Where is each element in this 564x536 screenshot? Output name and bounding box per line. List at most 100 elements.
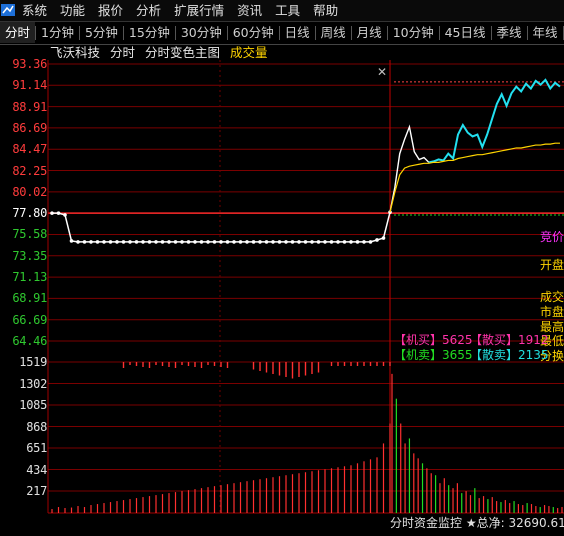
price-line-late — [428, 78, 561, 164]
auction-price-point — [342, 240, 347, 244]
auction-price-point — [82, 240, 87, 244]
auction-price-point — [108, 240, 113, 244]
inst-buy-label: 【机买】5625 — [394, 333, 473, 347]
price-line-early — [389, 124, 430, 213]
volume-tick-label: 434 — [26, 462, 47, 477]
auction-price-point — [362, 240, 366, 244]
close-icon[interactable]: ✕ — [376, 66, 388, 78]
period-tab-10[interactable]: 45日线 — [440, 22, 491, 43]
auction-price-point — [271, 240, 275, 244]
auction-price-point — [193, 240, 197, 244]
menu-item-3[interactable]: 分析 — [136, 2, 174, 19]
auction-price-point — [381, 236, 386, 240]
price-tick-label: 84.47 — [12, 142, 47, 157]
auction-price-point — [323, 240, 327, 244]
volume-tick-label: 1302 — [19, 376, 47, 391]
price-tick-label: 64.46 — [12, 334, 47, 348]
period-toolbar: 分时1分钟5分钟15分钟30分钟60分钟日线周线月线10分钟45日线季线年线5秒 — [0, 21, 564, 45]
period-tab-7[interactable]: 周线 — [316, 22, 351, 43]
auction-price-point — [76, 240, 80, 244]
auction-price-point — [284, 240, 288, 244]
auction-price-label: 竞价 — [540, 230, 564, 244]
inst-sell-label: 【机卖】3655 — [394, 348, 473, 362]
period-tab-1[interactable]: 1分钟 — [36, 22, 79, 43]
period-tab-8[interactable]: 月线 — [352, 22, 387, 43]
auction-price-point — [186, 240, 191, 244]
volume-tick-label: 1085 — [19, 398, 47, 412]
price-tick-label: 71.13 — [12, 270, 47, 285]
period-tab-2[interactable]: 5分钟 — [80, 22, 123, 43]
price-tick-label: 82.25 — [12, 163, 47, 178]
volume-tick-label: 1519 — [19, 355, 47, 369]
auction-price-point — [180, 240, 184, 244]
auction-price-point — [238, 240, 243, 244]
auction-price-point — [199, 240, 204, 244]
price-tick-label: 88.91 — [12, 99, 47, 114]
auction-price-point — [310, 240, 314, 244]
auction-price-point — [95, 240, 100, 244]
price-tick-label: 77.80 — [12, 206, 47, 221]
price-tick-label: 80.02 — [12, 184, 47, 199]
auction-price-point — [154, 240, 158, 244]
period-tab-3[interactable]: 15分钟 — [124, 22, 175, 43]
auction-price-point — [290, 240, 295, 244]
period-tab-6[interactable]: 日线 — [280, 22, 315, 43]
auction-price-line — [52, 211, 391, 243]
fund-monitor-label[interactable]: 分时资金监控 — [390, 516, 462, 530]
price-tick-label: 73.35 — [12, 248, 47, 263]
auction-price-point — [173, 240, 178, 244]
auction-price-point — [206, 240, 210, 244]
stock-info-bar: 飞沃科技 分时 分时变色主图 成交量 — [50, 44, 268, 62]
menu-item-4[interactable]: 扩展行情 — [174, 2, 237, 19]
auction-price-point — [316, 240, 321, 244]
volume-label[interactable]: 成交量 — [230, 44, 268, 62]
period-tab-5[interactable]: 60分钟 — [228, 22, 279, 43]
retail-sell-label: 【散卖】2135 — [470, 348, 549, 362]
price-tick-label: 66.69 — [12, 312, 47, 327]
price-tick-label: 68.91 — [12, 291, 47, 306]
period-tab-4[interactable]: 30分钟 — [176, 22, 227, 43]
price-tick-label: 93.36 — [12, 57, 47, 71]
auction-price-point — [277, 240, 282, 244]
app-logo-icon — [1, 4, 15, 16]
auction-price-point — [134, 240, 139, 244]
auction-price-point — [50, 211, 54, 215]
auction-price-point — [167, 240, 171, 244]
auction-price-point — [56, 211, 61, 215]
period-tab-11[interactable]: 季线 — [492, 22, 527, 43]
price-tick-label: 91.14 — [12, 78, 47, 93]
auction-price-point — [147, 240, 152, 244]
auction-price-point — [225, 240, 230, 244]
auction-price-point — [303, 240, 308, 244]
period-tab-0[interactable]: 分时 — [0, 22, 36, 43]
trade-label: 成交 — [540, 290, 564, 304]
auction-price-point — [128, 240, 132, 244]
auction-price-point — [121, 240, 126, 244]
auction-price-point — [102, 240, 106, 244]
volume-tick-label: 868 — [26, 419, 47, 434]
auction-price-point — [375, 238, 379, 242]
auction-price-point — [245, 240, 249, 244]
auction-price-point — [355, 240, 360, 244]
retail-buy-label: 【散买】1912 — [470, 333, 549, 347]
net-total-value: ★总净: 32690.61 — [465, 516, 564, 530]
color-mode-label[interactable]: 分时变色主图 — [145, 44, 220, 62]
menu-item-0[interactable]: 系统 — [22, 2, 60, 19]
period-tab-9[interactable]: 10分钟 — [388, 22, 439, 43]
period-tab-12[interactable]: 年线 — [528, 22, 563, 43]
menu-item-6[interactable]: 工具 — [275, 2, 313, 19]
menu-item-5[interactable]: 资讯 — [237, 2, 275, 19]
menu-item-1[interactable]: 功能 — [60, 2, 98, 19]
menu-item-2[interactable]: 报价 — [98, 2, 136, 19]
auction-price-point — [69, 239, 74, 243]
auction-price-point — [115, 240, 119, 244]
fund-monitor-footer: 分时资金监控 ★总净: 32690.61 — [390, 515, 564, 533]
price-tick-label: 86.69 — [12, 120, 47, 135]
auction-price-point — [219, 240, 223, 244]
mode-label: 分时 — [110, 45, 136, 60]
volume-tick-label: 217 — [26, 484, 47, 498]
auction-price-point — [329, 240, 334, 244]
open-label: 开盘 — [540, 258, 564, 272]
auction-price-point — [297, 240, 301, 244]
menu-item-7[interactable]: 帮助 — [313, 2, 351, 19]
